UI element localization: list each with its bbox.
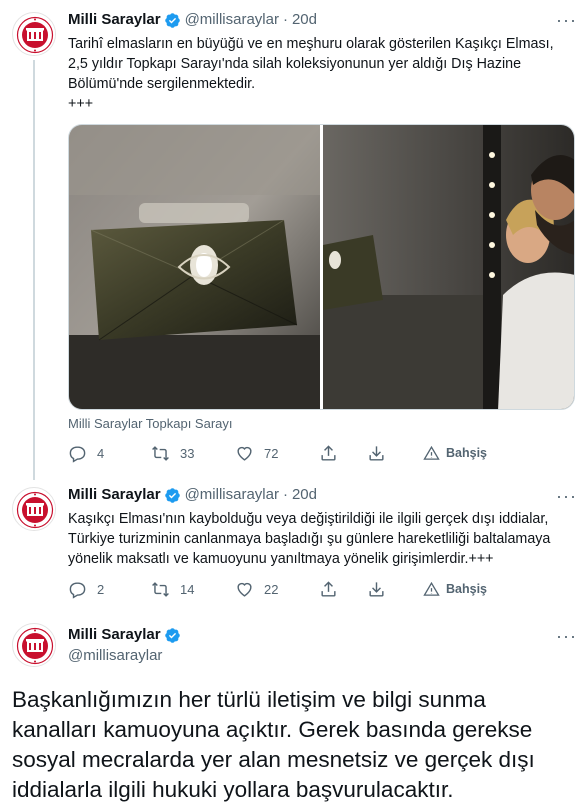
retweet-icon	[152, 581, 169, 597]
tip-button[interactable]: Bahşiş	[423, 581, 487, 598]
download-button[interactable]	[367, 580, 423, 599]
handle[interactable]: @millisaraylar	[185, 10, 279, 30]
tweet-header: Milli Saraylar @millisaraylar · 20d	[68, 485, 317, 505]
verified-badge-icon	[164, 12, 180, 28]
display-name[interactable]: Milli Saraylar	[68, 485, 161, 505]
tweet-1[interactable]: Milli Saraylar @millisaraylar · 20d ··· …	[0, 0, 588, 480]
download-icon	[369, 581, 384, 597]
retweet-count: 14	[180, 581, 195, 597]
like-count: 22	[264, 581, 279, 597]
tweet-body: Başkanlığımızın her türlü iletişim ve bi…	[12, 687, 535, 802]
timestamp[interactable]: 20d	[292, 10, 317, 30]
tweet-body: Kaşıkçı Elması'nın kaybolduğu veya değiş…	[68, 511, 551, 567]
visitors-photo	[323, 125, 574, 409]
like-icon	[237, 446, 252, 461]
reply-icon	[69, 445, 86, 463]
reply-count: 4	[97, 445, 105, 461]
tip-button[interactable]: Bahşiş	[423, 445, 487, 462]
tweet-text: Kaşıkçı Elması'nın kaybolduğu veya değiş…	[68, 509, 573, 569]
avatar[interactable]	[12, 12, 56, 56]
tweet-header: Milli Saraylar @millisaraylar · 20d	[68, 10, 317, 30]
tip-label: Bahşiş	[446, 582, 487, 596]
like-count: 72	[264, 445, 279, 461]
tip-icon	[423, 581, 440, 596]
retweet-count: 33	[180, 445, 195, 461]
avatar[interactable]	[12, 487, 56, 531]
share-button[interactable]	[319, 580, 367, 599]
tweet-2[interactable]: Milli Saraylar @millisaraylar · 20d ··· …	[0, 480, 588, 615]
like-button[interactable]: 22	[235, 580, 319, 599]
tweet-body: Tarihî elmasların en büyüğü ve en meşhur…	[68, 36, 554, 112]
milli-saraylar-logo	[13, 624, 55, 666]
milli-saraylar-logo	[13, 488, 55, 530]
photo-visitors[interactable]	[323, 125, 574, 409]
reply-button[interactable]: 2	[68, 580, 151, 599]
display-name[interactable]: Milli Saraylar	[68, 625, 161, 645]
thread-connector	[33, 60, 35, 480]
tweet-text: Başkanlığımızın her türlü iletişim ve bi…	[12, 685, 578, 805]
milli-saraylar-logo	[13, 13, 55, 55]
diamond-photo	[69, 125, 320, 409]
tweet-actions: 4 33 72 Bahşiş	[68, 443, 508, 463]
share-icon	[321, 444, 336, 461]
retweet-icon	[152, 445, 169, 461]
verified-badge-icon	[164, 627, 180, 643]
reply-icon	[69, 581, 86, 599]
share-button[interactable]	[319, 444, 367, 463]
tip-label: Bahşiş	[446, 446, 487, 460]
avatar[interactable]	[12, 623, 56, 667]
more-icon[interactable]: ···	[556, 487, 576, 510]
separator-dot: ·	[282, 11, 288, 28]
share-icon	[321, 580, 336, 597]
photo-diamond-pillow[interactable]	[69, 125, 320, 409]
media-gallery[interactable]	[68, 124, 575, 410]
tweet-3[interactable]: Milli Saraylar @millisaraylar ··· Başkan…	[0, 615, 588, 811]
tweet-text: Tarihî elmasların en büyüğü ve en meşhur…	[68, 34, 573, 114]
timestamp[interactable]: 20d	[292, 485, 317, 505]
download-icon	[369, 445, 384, 461]
more-icon[interactable]: ···	[556, 627, 576, 650]
handle[interactable]: @millisaraylar	[68, 647, 162, 664]
reply-count: 2	[97, 581, 105, 597]
separator-dot: ·	[282, 486, 288, 503]
like-button[interactable]: 72	[235, 444, 319, 463]
more-icon[interactable]: ···	[556, 11, 576, 34]
retweet-button[interactable]: 14	[151, 580, 235, 599]
media-caption[interactable]: Milli Saraylar Topkapı Sarayı	[68, 416, 233, 431]
retweet-button[interactable]: 33	[151, 444, 235, 463]
download-button[interactable]	[367, 444, 423, 463]
tip-icon	[423, 445, 440, 460]
display-name[interactable]: Milli Saraylar	[68, 10, 161, 30]
handle[interactable]: @millisaraylar	[185, 485, 279, 505]
like-icon	[237, 582, 252, 597]
verified-badge-icon	[164, 487, 180, 503]
tweet-actions: 2 14 22 Bahşiş	[68, 579, 508, 599]
reply-button[interactable]: 4	[68, 444, 151, 463]
tweet-header: Milli Saraylar	[68, 625, 185, 645]
